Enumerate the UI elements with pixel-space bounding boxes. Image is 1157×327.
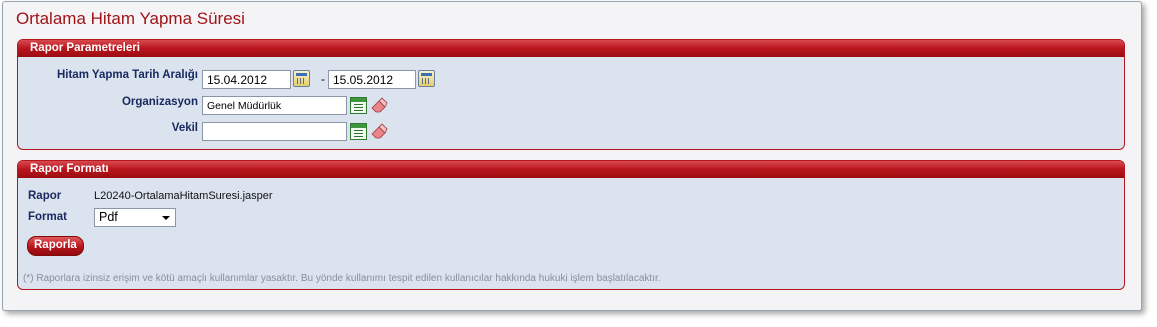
date-separator: - bbox=[321, 72, 325, 86]
raporla-button[interactable]: Raporla bbox=[27, 236, 84, 256]
panel-header-format: Rapor Formatı bbox=[18, 161, 1124, 178]
usage-warning-note: (*) Raporlara izinsiz erişim ve kötü ama… bbox=[23, 273, 661, 284]
format-select-value: Pdf bbox=[99, 210, 118, 224]
format-select[interactable]: Pdf bbox=[94, 208, 176, 227]
list-icon[interactable] bbox=[350, 97, 367, 114]
list-icon[interactable] bbox=[350, 123, 367, 140]
format-label: Format bbox=[28, 211, 67, 223]
vekil-input[interactable] bbox=[202, 122, 347, 141]
organization-label: Organizasyon bbox=[121, 96, 198, 108]
eraser-icon[interactable] bbox=[370, 122, 388, 140]
report-format-panel: Rapor Formatı Rapor L20240-OrtalamaHitam… bbox=[17, 160, 1125, 290]
calendar-icon[interactable] bbox=[293, 70, 310, 87]
chevron-down-icon bbox=[162, 216, 170, 220]
date-range-label: Hitam Yapma Tarih Aralığı bbox=[56, 69, 198, 81]
date-from-input[interactable] bbox=[202, 70, 291, 89]
organization-input[interactable] bbox=[202, 96, 347, 115]
vekil-label: Vekil bbox=[171, 122, 198, 134]
date-to-input[interactable] bbox=[328, 70, 416, 89]
page-title: Ortalama Hitam Yapma Süresi bbox=[16, 9, 245, 28]
eraser-icon[interactable] bbox=[370, 96, 388, 114]
rapor-file-name: L20240-OrtalamaHitamSuresi.jasper bbox=[94, 190, 273, 202]
panel-header-parameters: Rapor Parametreleri bbox=[18, 40, 1124, 57]
calendar-icon[interactable] bbox=[418, 70, 435, 87]
report-window: Ortalama Hitam Yapma Süresi Rapor Parame… bbox=[2, 1, 1142, 311]
rapor-label: Rapor bbox=[28, 190, 62, 202]
report-parameters-panel: Rapor Parametreleri Hitam Yapma Tarih Ar… bbox=[17, 39, 1125, 150]
